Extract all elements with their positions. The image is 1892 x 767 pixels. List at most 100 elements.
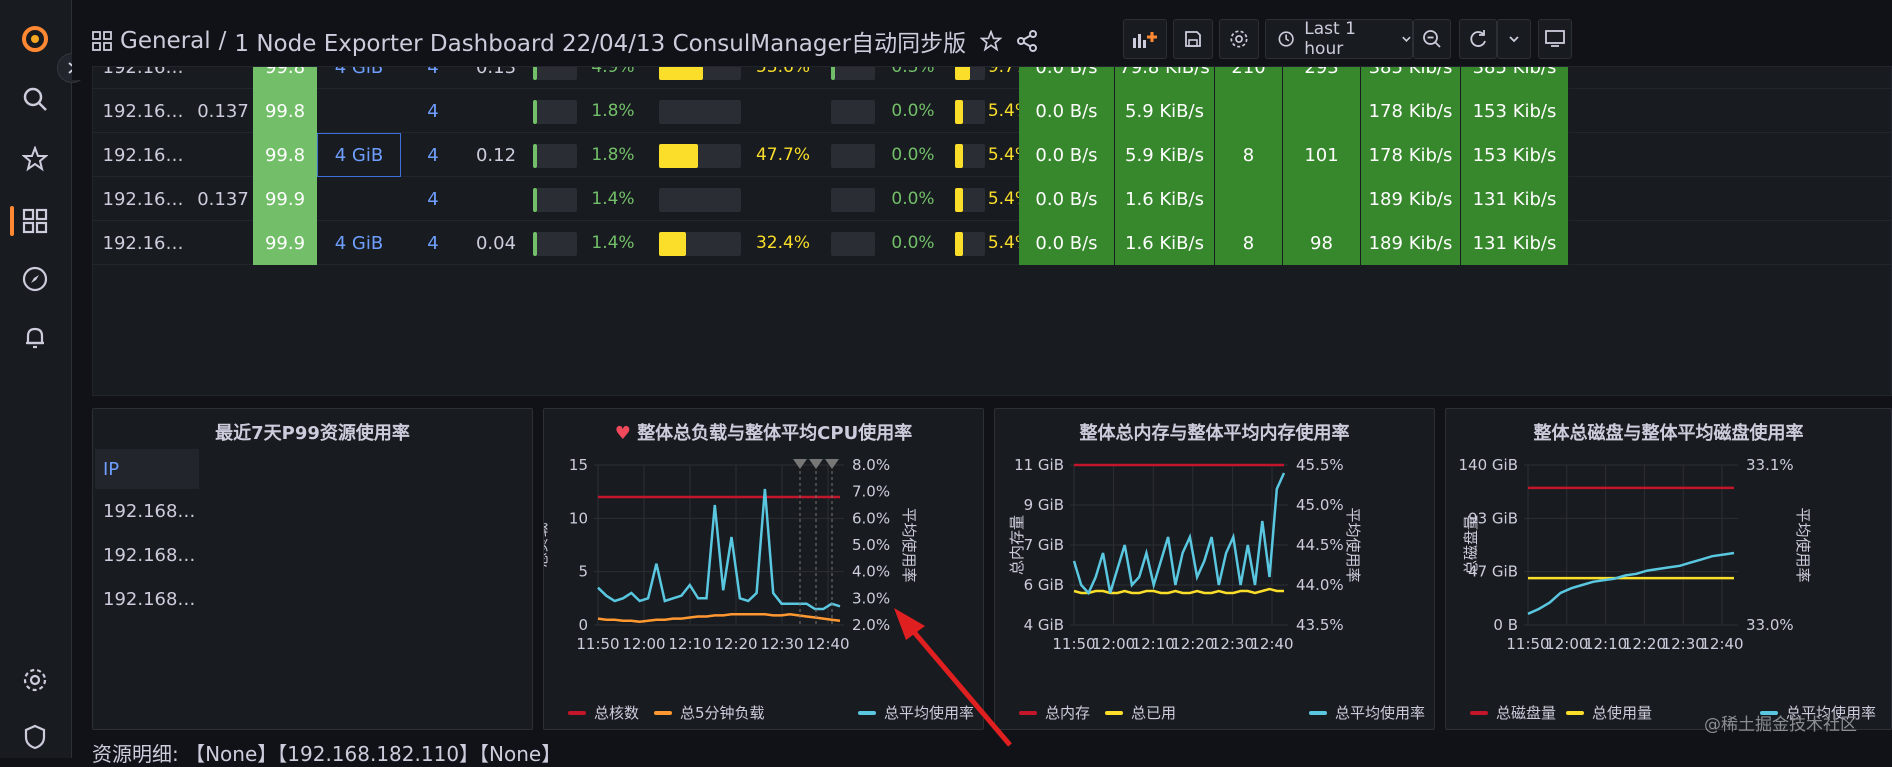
gauge-value: 0.0% — [891, 101, 935, 121]
alerting-bell-icon[interactable] — [20, 322, 50, 352]
table-cell: 8 — [1215, 221, 1283, 265]
annotation-marker-icon[interactable] — [809, 459, 823, 469]
table-cell: 0.0 B/s — [1019, 133, 1115, 177]
tv-mode-button[interactable] — [1538, 19, 1572, 59]
table-cell: 79.8 KiB/s — [1115, 67, 1215, 89]
table-cell — [1215, 177, 1283, 221]
refresh-interval-dropdown[interactable] — [1497, 19, 1531, 59]
gauge-track — [831, 144, 875, 168]
gauge-track — [831, 67, 875, 80]
legend-item[interactable]: 总磁盘量 — [1470, 702, 1556, 723]
annotation-marker-icon[interactable] — [793, 459, 807, 469]
legend-item[interactable]: 总核数 — [568, 702, 639, 723]
y2-tick-label: 44.0% — [1296, 576, 1344, 594]
table-cell: 98 — [1283, 221, 1361, 265]
table-row[interactable]: 192.16… 0.137 99.8 4 0.0 B/s 5.9 KiB/s 178 Kib… — [93, 89, 1891, 133]
gauge-value: 1.4% — [591, 233, 635, 253]
save-dashboard-button[interactable] — [1173, 19, 1213, 59]
disk-chart[interactable]: 0 B47 GiB93 GiB140 GiB33.0%33.1%11:5012:… — [1446, 409, 1892, 699]
y2-tick-label: 44.5% — [1296, 536, 1344, 554]
y2-tick-label: 6.0% — [852, 509, 890, 527]
gauge-value: 1.8% — [591, 101, 635, 121]
table-cell — [465, 177, 527, 221]
x-tick-label: 12:40 — [806, 635, 849, 653]
y-tick-label: 10 — [569, 509, 588, 527]
cpu-chart[interactable]: 0510152.0%3.0%4.0%5.0%6.0%7.0%8.0%11:50 1… — [544, 409, 985, 699]
active-indicator — [10, 206, 14, 236]
search-icon[interactable] — [20, 84, 50, 114]
annotation-marker-icon[interactable] — [825, 459, 839, 469]
x-tick-label: 12:20 — [1623, 635, 1666, 653]
table-row[interactable]: 192.16… 0.137 99.9 4 0.0 B/s 1.6 KiB/s 189 Kib… — [93, 177, 1891, 221]
table-cell — [193, 221, 253, 265]
gauge-value: 47.7% — [755, 145, 810, 165]
explore-icon[interactable] — [20, 264, 50, 294]
sidebar — [0, 0, 72, 758]
table-cell: 0.137 — [197, 188, 249, 210]
refresh-icon — [1470, 30, 1486, 47]
memory-chart[interactable]: 4 GiB 6 GiB 7 GiB 9 GiB 11 GiB 43.5% 44.0% 44.5… — [995, 409, 1436, 699]
shield-icon[interactable] — [20, 722, 50, 752]
y2-tick-label: 45.0% — [1296, 496, 1344, 514]
disk-panel: 整体总磁盘与整体平均磁盘使用率 0 B 47 GiB 93 GiB 140 GiB 33… — [1445, 408, 1892, 730]
table-row[interactable]: 192.16… 99.8 4 GiB 4 0.12 0.0 B/s 5.9 KiB/s 8 10… — [93, 133, 1891, 177]
y-tick-label: 5 — [578, 563, 588, 581]
table-cell: 192.16… — [102, 144, 184, 166]
breadcrumb-folder[interactable]: General — [120, 28, 211, 54]
legend-item[interactable]: 总平均使用率 — [1309, 702, 1425, 723]
gauge-track — [831, 100, 875, 124]
table-cell: 4 GiB — [334, 232, 384, 254]
dashboards-icon[interactable] — [20, 206, 50, 236]
x-tick-label: 12:30 — [1211, 635, 1254, 653]
table-cell: 0.0 B/s — [1019, 89, 1115, 133]
legend-item[interactable]: 总内存 — [1019, 702, 1090, 723]
gauge-fill — [533, 188, 537, 212]
gauge-track — [831, 232, 875, 256]
zoom-out-button[interactable] — [1413, 19, 1451, 59]
table-cell: 192.16… — [102, 232, 184, 254]
starred-icon[interactable] — [20, 144, 50, 174]
table-row[interactable]: 192.16… 99.8 4 GiB 4 0.13 0.0 B/s 79.8 KiB/s 21… — [93, 67, 1891, 89]
add-panel-button[interactable] — [1123, 19, 1167, 59]
save-icon — [1185, 31, 1201, 47]
gauge-value — [743, 89, 823, 133]
star-icon[interactable] — [980, 30, 1003, 52]
table-cell — [193, 133, 253, 177]
gauge-fill — [659, 144, 699, 168]
legend-item[interactable]: 总使用量 — [1566, 702, 1652, 723]
y2-tick-label: 33.1% — [1746, 456, 1794, 474]
table-cell: 0.0 B/s — [1019, 177, 1115, 221]
gauge-fill — [955, 100, 963, 124]
share-icon[interactable] — [1016, 30, 1038, 52]
time-range-picker[interactable]: Last 1 hour — [1265, 19, 1413, 59]
ip-column-header[interactable]: IP — [95, 449, 199, 489]
gauge-track — [659, 188, 741, 212]
series-line — [1073, 587, 1284, 595]
table-cell: 99.8 — [253, 89, 317, 133]
table-cell: 210 — [1215, 67, 1283, 89]
legend-item[interactable]: 总已用 — [1105, 702, 1176, 723]
gauge-fill — [659, 232, 686, 256]
legend-item[interactable]: 总5分钟负载 — [654, 702, 765, 723]
legend-item[interactable]: 总平均使用率 — [858, 702, 974, 723]
refresh-button[interactable] — [1459, 19, 1497, 59]
ip-row: 192.168… — [95, 577, 199, 621]
gauge-value: 25.4% — [989, 189, 1019, 209]
settings-gear-icon — [1230, 30, 1248, 48]
dashboard-title[interactable]: 1 Node Exporter Dashboard 22/04/13 Consu… — [234, 24, 966, 58]
table-row[interactable]: 192.16… 99.9 4 GiB 4 0.04 0.0 B/s 1.6 KiB/s 8 98… — [93, 221, 1891, 265]
table-cell: 5.9 KiB/s — [1115, 133, 1215, 177]
table-cell: 99.9 — [253, 177, 317, 221]
y-axis-label: 总内存量 — [1008, 515, 1026, 575]
table-cell: 192.16… — [102, 188, 184, 210]
gear-icon[interactable] — [20, 665, 50, 695]
grafana-logo-icon[interactable] — [20, 24, 50, 54]
table-cell: 189 Kib/s — [1361, 221, 1461, 265]
table-cell: 99.9 — [253, 221, 317, 265]
table-cell: 189 Kib/s — [1361, 177, 1461, 221]
y-tick-label: 4 GiB — [1024, 616, 1064, 634]
gauge-fill — [955, 188, 963, 212]
dashboard-settings-button[interactable] — [1219, 19, 1259, 59]
gauge-value: 32.4% — [755, 233, 810, 253]
table-cell: 1.6 KiB/s — [1115, 177, 1215, 221]
